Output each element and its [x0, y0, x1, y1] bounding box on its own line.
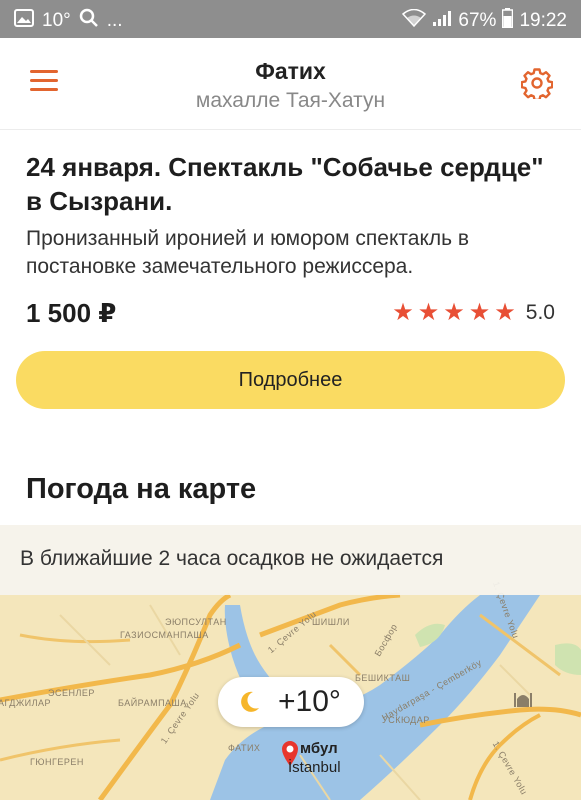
battery-percent: 67%: [458, 10, 497, 31]
map-label: ФАТИХ: [228, 743, 261, 753]
map-label: ЭЮПСУЛТАН: [165, 617, 227, 627]
location-subtitle[interactable]: махалле Тая-Хатун: [0, 89, 581, 113]
clock: 19:22: [519, 10, 567, 31]
signal-icon: [432, 9, 452, 33]
gallery-icon: [14, 9, 34, 33]
app-header: Фатих махалле Тая-Хатун: [0, 38, 581, 130]
city-label-ru: мбул: [300, 740, 338, 757]
forecast-banner: В ближайшие 2 часа осадков не ожидается: [0, 525, 581, 595]
battery-icon: [502, 8, 514, 34]
event-description: Пронизанный иронией и юмором спектакль в…: [26, 227, 470, 278]
event-title[interactable]: 24 января. Спектакль "Собачье сердце" в …: [26, 150, 546, 218]
weather-map[interactable]: ГАЗИОСМАНПАША ЭЮПСУЛТАН ЭСЕНЛЕР БАЙРАМПА…: [0, 525, 581, 800]
map-temperature: +10°: [278, 685, 341, 718]
star-icon: ★: [468, 299, 491, 326]
star-icon: ★: [392, 299, 414, 326]
star-icon: ★: [494, 299, 516, 326]
status-more: ...: [106, 10, 123, 31]
status-temperature: 10°: [42, 10, 71, 31]
map-label: АГДЖИЛАР: [0, 698, 52, 708]
event-rating: ★ ★ ★ ★ ★ 5.0: [392, 300, 555, 326]
details-button[interactable]: Подробнее: [16, 351, 565, 409]
map-label: ГЮНГЕРЕН: [30, 757, 84, 767]
location-title[interactable]: Фатих: [0, 58, 581, 85]
status-bar: 10° ... 67% 19:22: [0, 0, 581, 38]
moon-icon: [241, 691, 259, 712]
map-label: ЭСЕНЛЕР: [48, 688, 95, 698]
star-icon: ★: [443, 299, 465, 326]
rating-value: 5.0: [525, 301, 555, 324]
map-label: ШИШЛИ: [312, 617, 350, 627]
wifi-icon: [402, 8, 427, 33]
star-icon: ★: [417, 299, 440, 326]
map-label: БЕШИКТАШ: [355, 673, 411, 683]
map-label: ГАЗИОСМАНПАША: [120, 630, 209, 640]
section-title: Погода на карте: [26, 473, 257, 505]
gear-icon: [520, 68, 554, 102]
settings-button[interactable]: [520, 67, 554, 102]
event-price: 1 500 ₽: [26, 298, 117, 328]
map-label: БАЙРАМПАША: [118, 698, 187, 708]
forecast-text: В ближайшие 2 часа осадков не ожидается: [20, 547, 444, 570]
city-label-en: İstanbul: [288, 759, 341, 776]
map-weather-badge[interactable]: +10°: [218, 677, 364, 727]
search-icon: [79, 8, 99, 34]
